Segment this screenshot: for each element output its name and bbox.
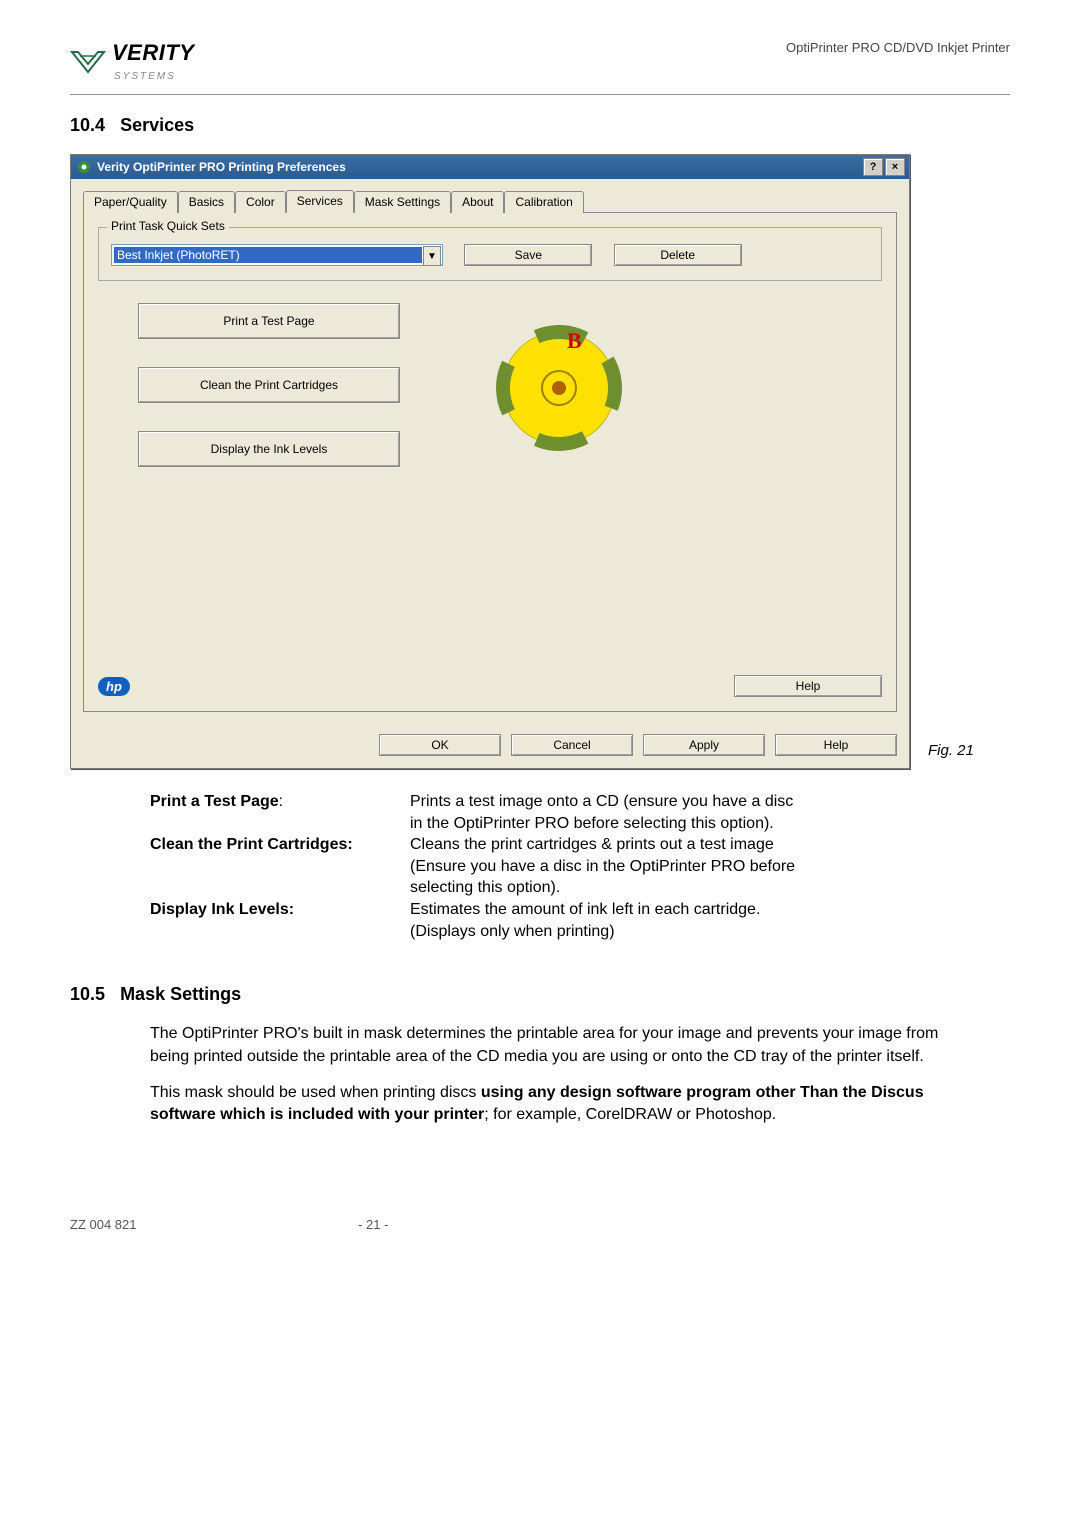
desc-clean-2: (Ensure you have a disc in the OptiPrint… [410,856,1010,878]
tab-calibration[interactable]: Calibration [504,191,583,213]
footer-page-num: - 21 - [358,1217,388,1232]
tab-basics[interactable]: Basics [178,191,235,213]
tabstrip: Paper/Quality Basics Color Services Mask… [83,189,897,213]
tab-color[interactable]: Color [235,191,286,213]
desc-levels-2: (Displays only when printing) [410,921,1010,943]
para2-c: ; for example, CorelDRAW or Photoshop. [484,1106,776,1123]
brand-logo: VERITY SYSTEMS [70,40,194,84]
tab-help-button[interactable]: Help [734,675,882,697]
page-footer: ZZ 004 821 - 21 - [70,1217,1010,1232]
save-button[interactable]: Save [464,244,592,266]
desc-clean-3: selecting this option). [410,877,1010,899]
quick-set-combo[interactable]: Best Inkjet (PhotoRET) ▼ [111,244,443,266]
tab-about[interactable]: About [451,191,504,213]
mask-paragraph-1: The OptiPrinter PRO's built in mask dete… [150,1023,950,1068]
desc-clean-1: Cleans the print cartridges & prints out… [410,834,1010,856]
dialog-title: Verity OptiPrinter PRO Printing Preferen… [97,160,346,174]
apply-button[interactable]: Apply [643,734,765,756]
section-number-105: 10.5 [70,984,105,1004]
para2-a: This mask should be used when printing d… [150,1084,481,1101]
term-levels: Display Ink Levels: [150,899,410,921]
logo-mark-icon [70,46,106,78]
printing-preferences-dialog: Verity OptiPrinter PRO Printing Preferen… [70,154,910,769]
close-button[interactable]: × [885,158,905,176]
logo-text: VERITY [112,40,194,65]
print-test-page-button[interactable]: Print a Test Page [138,303,400,339]
desc-levels-1: Estimates the amount of ink left in each… [410,899,1010,921]
cancel-button[interactable]: Cancel [511,734,633,756]
mask-paragraph-2: This mask should be used when printing d… [150,1082,950,1127]
disc-letter: B [567,328,582,353]
dialog-button-row: OK Cancel Apply Help [71,724,909,768]
app-icon [77,160,91,174]
tab-services[interactable]: Services [286,190,354,213]
section-title-105: Mask Settings [120,984,241,1004]
term-colon: : [279,793,283,810]
header-rule [70,94,1010,95]
tab-mask-settings[interactable]: Mask Settings [354,191,451,213]
term-test-page: Print a Test Page [150,793,279,810]
section-10-4-heading: 10.4 Services [70,115,1010,136]
section-10-5-heading: 10.5 Mask Settings [70,984,1010,1005]
desc-test-page-1: Prints a test image onto a CD (ensure yo… [410,791,1010,813]
display-ink-levels-button[interactable]: Display the Ink Levels [138,431,400,467]
combo-selection: Best Inkjet (PhotoRET) [114,247,422,263]
desc-test-page-2: in the OptiPrinter PRO before selecting … [410,813,1010,835]
figure-caption: Fig. 21 [928,742,974,769]
groupbox-label: Print Task Quick Sets [107,219,229,233]
footer-doc-id: ZZ 004 821 [70,1217,137,1232]
tab-panel-services: Print Task Quick Sets Best Inkjet (Photo… [83,213,897,712]
quick-sets-groupbox: Print Task Quick Sets Best Inkjet (Photo… [98,227,882,281]
section-number: 10.4 [70,115,105,135]
logo-subtext: SYSTEMS [114,71,176,82]
term-clean: Clean the Print Cartridges: [150,834,410,856]
section-title: Services [120,115,194,135]
disc-illustration: B [494,323,624,456]
doc-title: OptiPrinter PRO CD/DVD Inkjet Printer [786,40,1010,55]
delete-button[interactable]: Delete [614,244,742,266]
definitions-list: Print a Test Page: Prints a test image o… [150,791,1010,942]
chevron-down-icon[interactable]: ▼ [423,246,441,266]
ok-button[interactable]: OK [379,734,501,756]
clean-cartridges-button[interactable]: Clean the Print Cartridges [138,367,400,403]
tab-paper-quality[interactable]: Paper/Quality [83,191,178,213]
hp-logo-icon: hp [98,677,130,696]
dialog-titlebar: Verity OptiPrinter PRO Printing Preferen… [71,155,909,179]
dialog-help-button[interactable]: Help [775,734,897,756]
context-help-button[interactable]: ? [863,158,883,176]
